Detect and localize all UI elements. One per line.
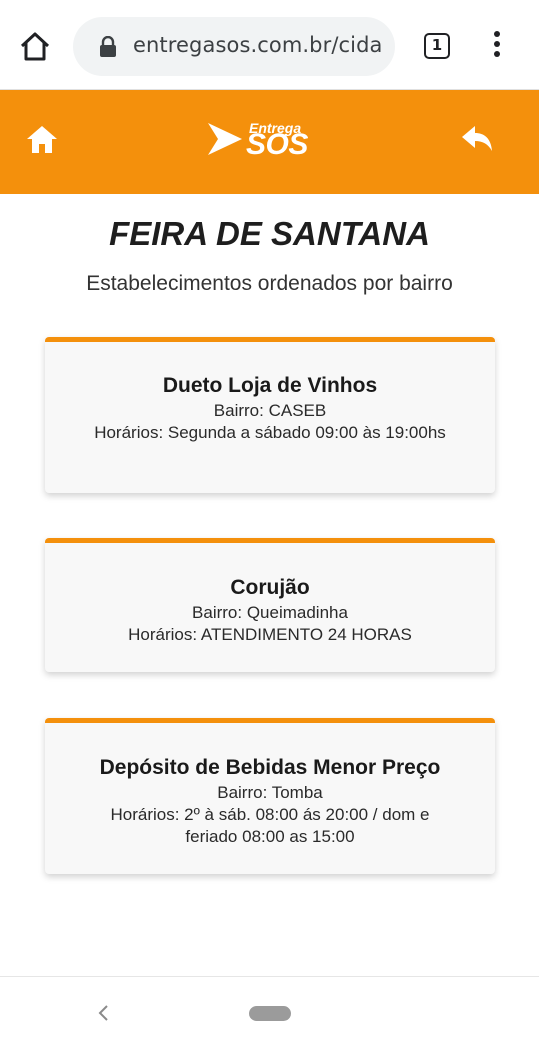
system-nav-bar bbox=[0, 976, 539, 1048]
store-bairro: Bairro: Tomba bbox=[217, 783, 323, 802]
store-horarios: Horários: 2º à sáb. 08:00 ás 20:00 / dom… bbox=[110, 805, 430, 846]
browser-toolbar: entregasos.com.br/cida 1 bbox=[0, 0, 539, 90]
tab-switcher-button[interactable]: 1 bbox=[424, 33, 450, 59]
url-text: entregasos.com.br/cida bbox=[133, 33, 383, 57]
store-name: Corujão bbox=[230, 576, 310, 599]
address-bar[interactable]: entregasos.com.br/cida bbox=[73, 17, 395, 76]
more-menu-icon[interactable] bbox=[490, 31, 504, 61]
store-card[interactable]: Depósito de Bebidas Menor Preço Bairro: … bbox=[45, 718, 495, 874]
store-name: Depósito de Bebidas Menor Preço bbox=[99, 756, 441, 779]
store-card[interactable]: Dueto Loja de Vinhos Bairro: CASEB Horár… bbox=[45, 337, 495, 493]
page-title: FEIRA DE SANTANA bbox=[109, 215, 430, 252]
logo-text-big: SOS bbox=[246, 128, 308, 161]
store-name: Dueto Loja de Vinhos bbox=[162, 374, 378, 397]
store-card[interactable]: Corujão Bairro: Queimadinha Horários: AT… bbox=[45, 538, 495, 672]
lock-icon bbox=[99, 35, 117, 58]
nav-back-icon[interactable] bbox=[96, 1003, 110, 1023]
nav-home-pill[interactable] bbox=[249, 1006, 291, 1021]
browser-home-icon[interactable] bbox=[18, 30, 52, 64]
store-horarios: Horários: ATENDIMENTO 24 HORAS bbox=[128, 625, 412, 644]
store-bairro: Bairro: Queimadinha bbox=[192, 603, 348, 622]
entrega-sos-logo[interactable]: Entrega SOS bbox=[206, 118, 316, 164]
site-home-icon[interactable] bbox=[24, 123, 60, 155]
site-header: Entrega SOS bbox=[0, 90, 539, 194]
page-subtitle: Estabelecimentos ordenados por bairro bbox=[86, 272, 453, 295]
store-bairro: Bairro: CASEB bbox=[213, 401, 327, 420]
store-horarios: Horários: Segunda a sábado 09:00 às 19:0… bbox=[94, 423, 446, 442]
back-arrow-icon[interactable] bbox=[460, 124, 494, 154]
